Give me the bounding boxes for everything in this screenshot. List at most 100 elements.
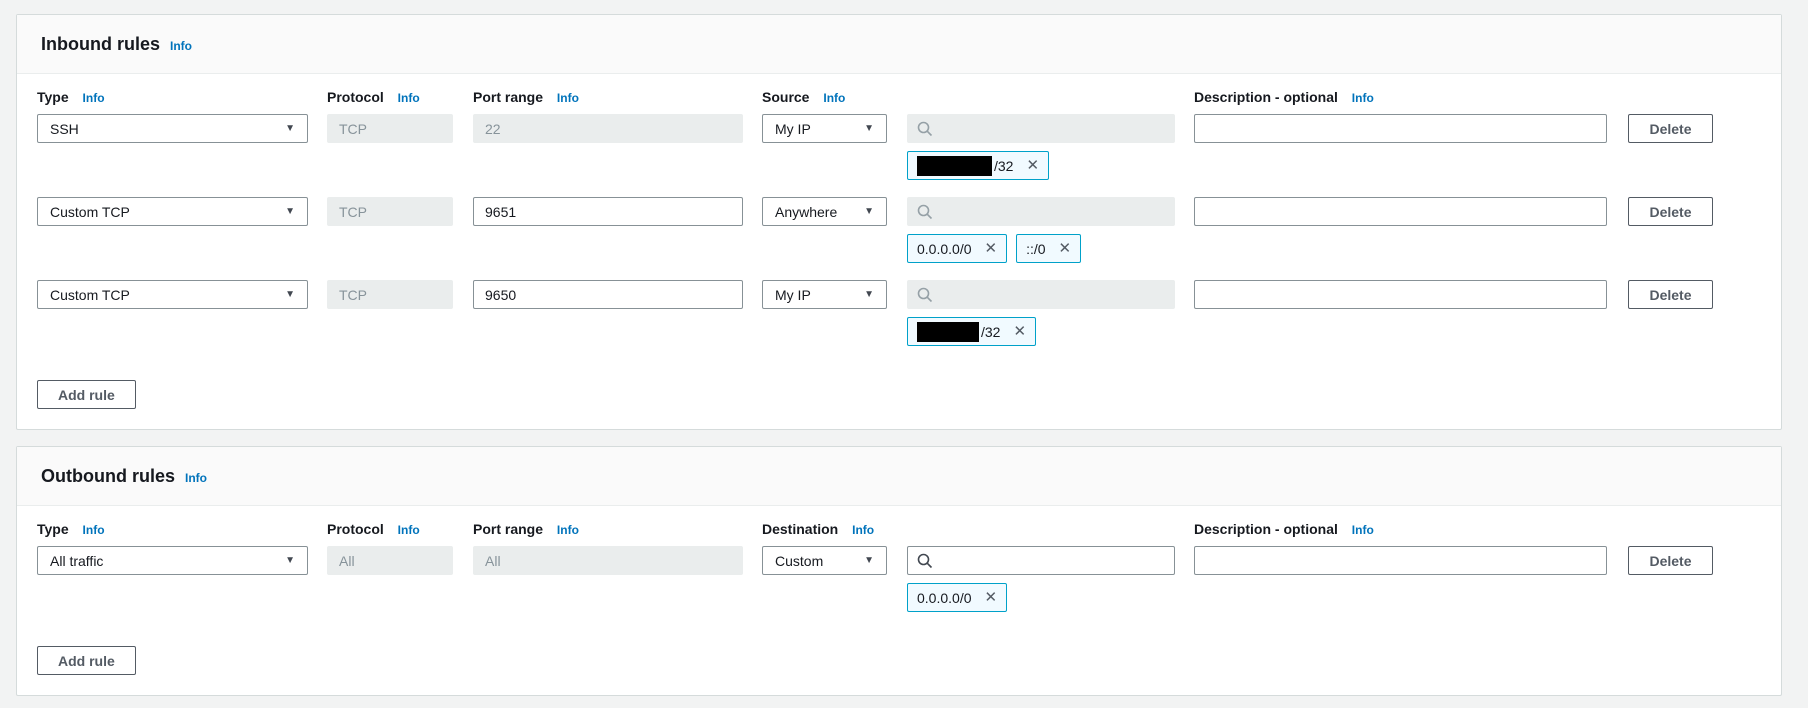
source-mode-select[interactable]: My IP ▼	[762, 280, 887, 309]
source-mode-value: Anywhere	[775, 204, 837, 220]
port-range-info-link[interactable]: Info	[557, 523, 579, 537]
source-search-box	[907, 197, 1175, 226]
source-mode-value: My IP	[775, 121, 811, 137]
chevron-down-icon: ▼	[864, 556, 874, 566]
destination-column-label: Destination	[762, 521, 838, 537]
type-select-value: SSH	[50, 121, 79, 137]
destination-search-input[interactable]	[940, 547, 1165, 574]
protocol-field	[327, 280, 453, 309]
source-token-line: 0.0.0.0/0 ✕ ::/0 ✕	[907, 234, 1175, 263]
source-token-line: /32 ✕	[907, 317, 1175, 346]
security-group-rules-page: Inbound rules Info Type Info Protocol In…	[16, 14, 1782, 696]
outbound-rules-header: Outbound rules Info	[17, 447, 1781, 506]
search-icon	[917, 553, 933, 569]
inbound-rules-info-link[interactable]: Info	[170, 39, 192, 53]
protocol-info-link[interactable]: Info	[398, 523, 420, 537]
delete-rule-button[interactable]: Delete	[1628, 546, 1713, 575]
protocol-field	[327, 546, 453, 575]
port-range-column-label: Port range	[473, 521, 543, 537]
type-select[interactable]: Custom TCP ▼	[37, 197, 308, 226]
remove-token-icon[interactable]: ✕	[985, 590, 998, 605]
source-search-box	[907, 114, 1175, 143]
destination-token-line: 0.0.0.0/0 ✕	[907, 583, 1175, 612]
inbound-rules-title: Inbound rules	[41, 33, 160, 55]
remove-token-icon[interactable]: ✕	[1026, 158, 1039, 173]
description-info-link[interactable]: Info	[1352, 523, 1374, 537]
protocol-info-link[interactable]: Info	[398, 91, 420, 105]
source-info-link[interactable]: Info	[823, 91, 845, 105]
type-select-value: Custom TCP	[50, 204, 130, 220]
source-column-label: Source	[762, 89, 809, 105]
port-range-info-link[interactable]: Info	[557, 91, 579, 105]
chevron-down-icon: ▼	[864, 124, 874, 134]
add-rule-button[interactable]: Add rule	[37, 646, 136, 675]
remove-token-icon[interactable]: ✕	[985, 241, 998, 256]
cidr-token-label: 0.0.0.0/0	[917, 590, 972, 606]
description-input[interactable]	[1194, 280, 1607, 309]
redacted-ip	[917, 322, 979, 342]
chevron-down-icon: ▼	[285, 556, 295, 566]
description-column-label: Description - optional	[1194, 89, 1338, 105]
redacted-ip	[917, 156, 992, 176]
inbound-column-headers: Type Info Protocol Info Port range Info …	[37, 89, 1761, 105]
description-input[interactable]	[1194, 197, 1607, 226]
cidr-token-label: /32	[994, 158, 1013, 174]
delete-rule-button[interactable]: Delete	[1628, 197, 1713, 226]
delete-rule-button[interactable]: Delete	[1628, 114, 1713, 143]
chevron-down-icon: ▼	[285, 124, 295, 134]
inbound-rule-row: SSH ▼ My IP ▼	[37, 114, 1761, 180]
port-range-column-label: Port range	[473, 89, 543, 105]
remove-token-icon[interactable]: ✕	[1013, 324, 1026, 339]
type-column-label: Type	[37, 89, 69, 105]
remove-token-icon[interactable]: ✕	[1059, 241, 1072, 256]
outbound-column-headers: Type Info Protocol Info Port range Info …	[37, 521, 1761, 537]
cidr-token: /32 ✕	[907, 151, 1049, 180]
source-token-line: /32 ✕	[907, 151, 1175, 180]
port-range-field[interactable]	[473, 280, 743, 309]
source-mode-select[interactable]: Anywhere ▼	[762, 197, 887, 226]
type-select[interactable]: All traffic ▼	[37, 546, 308, 575]
destination-mode-select[interactable]: Custom ▼	[762, 546, 887, 575]
port-range-field[interactable]	[473, 197, 743, 226]
port-range-field	[473, 546, 743, 575]
description-input[interactable]	[1194, 546, 1607, 575]
destination-info-link[interactable]: Info	[852, 523, 874, 537]
inbound-rules-body: Type Info Protocol Info Port range Info …	[17, 74, 1781, 429]
search-icon	[917, 287, 933, 303]
inbound-rules-header: Inbound rules Info	[17, 15, 1781, 74]
source-search-box	[907, 280, 1175, 309]
source-search-input	[940, 281, 1165, 308]
description-info-link[interactable]: Info	[1352, 91, 1374, 105]
cidr-token-label: 0.0.0.0/0	[917, 241, 972, 257]
type-select[interactable]: Custom TCP ▼	[37, 280, 308, 309]
protocol-field	[327, 114, 453, 143]
protocol-column-label: Protocol	[327, 521, 384, 537]
add-rule-button[interactable]: Add rule	[37, 380, 136, 409]
outbound-rule-row: All traffic ▼ Custom ▼	[37, 546, 1761, 612]
description-input[interactable]	[1194, 114, 1607, 143]
source-search-input	[940, 115, 1165, 142]
outbound-rules-title: Outbound rules	[41, 465, 175, 487]
chevron-down-icon: ▼	[285, 290, 295, 300]
inbound-rule-row: Custom TCP ▼ My IP ▼	[37, 280, 1761, 346]
search-icon	[917, 121, 933, 137]
delete-rule-button[interactable]: Delete	[1628, 280, 1713, 309]
chevron-down-icon: ▼	[285, 207, 295, 217]
type-info-link[interactable]: Info	[83, 523, 105, 537]
inbound-rule-row: Custom TCP ▼ Anywhere ▼	[37, 197, 1761, 263]
outbound-rules-info-link[interactable]: Info	[185, 471, 207, 485]
destination-mode-value: Custom	[775, 553, 823, 569]
outbound-rules-card: Outbound rules Info Type Info Protocol I…	[16, 446, 1782, 696]
type-select[interactable]: SSH ▼	[37, 114, 308, 143]
inbound-rules-card: Inbound rules Info Type Info Protocol In…	[16, 14, 1782, 430]
source-search-input	[940, 198, 1165, 225]
outbound-rules-body: Type Info Protocol Info Port range Info …	[17, 506, 1781, 695]
source-mode-select[interactable]: My IP ▼	[762, 114, 887, 143]
cidr-token-label: ::/0	[1026, 241, 1045, 257]
port-range-field	[473, 114, 743, 143]
search-icon	[917, 204, 933, 220]
description-column-label: Description - optional	[1194, 521, 1338, 537]
cidr-token: ::/0 ✕	[1016, 234, 1081, 263]
type-select-value: All traffic	[50, 553, 103, 569]
type-info-link[interactable]: Info	[83, 91, 105, 105]
